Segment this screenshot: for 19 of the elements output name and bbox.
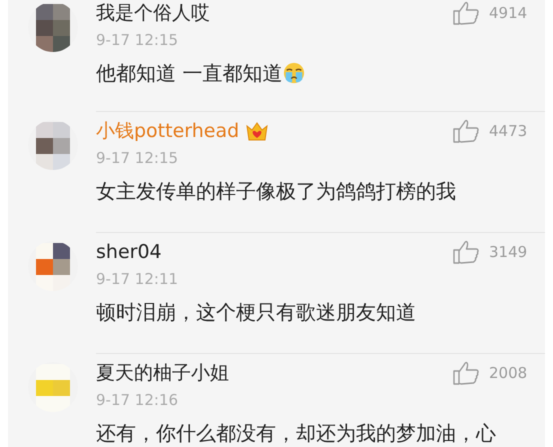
timestamp: 9-17 12:15	[96, 30, 180, 51]
thumbs-up-icon[interactable]	[453, 119, 479, 143]
timestamp: 9-17 12:15	[96, 148, 180, 169]
thumbs-up-icon[interactable]	[453, 1, 479, 25]
comment-text: 还有，你什么都没有，却还为我的梦加油，心	[96, 420, 496, 446]
like-count: 4914	[489, 4, 528, 22]
username[interactable]: 我是个俗人哎	[96, 0, 210, 26]
username[interactable]: 夏天的柚子小姐	[96, 360, 229, 386]
like-count: 3149	[489, 243, 528, 261]
like-count: 2008	[489, 364, 528, 382]
username[interactable]: sher04	[96, 241, 162, 263]
comment-text: 他都知道 一直都知道	[96, 60, 282, 86]
comment-text: 顿时泪崩，这个梗只有歌迷朋友知道	[96, 298, 416, 326]
thumbs-up-icon[interactable]	[453, 361, 479, 385]
thumbs-up-icon[interactable]	[453, 240, 479, 264]
comment-text: 女主发传单的样子像极了为鸽鸽打榜的我	[96, 178, 456, 204]
timestamp: 9-17 12:16	[96, 390, 180, 411]
like-count: 4473	[489, 122, 528, 140]
timestamp: 9-17 12:11	[96, 269, 180, 290]
